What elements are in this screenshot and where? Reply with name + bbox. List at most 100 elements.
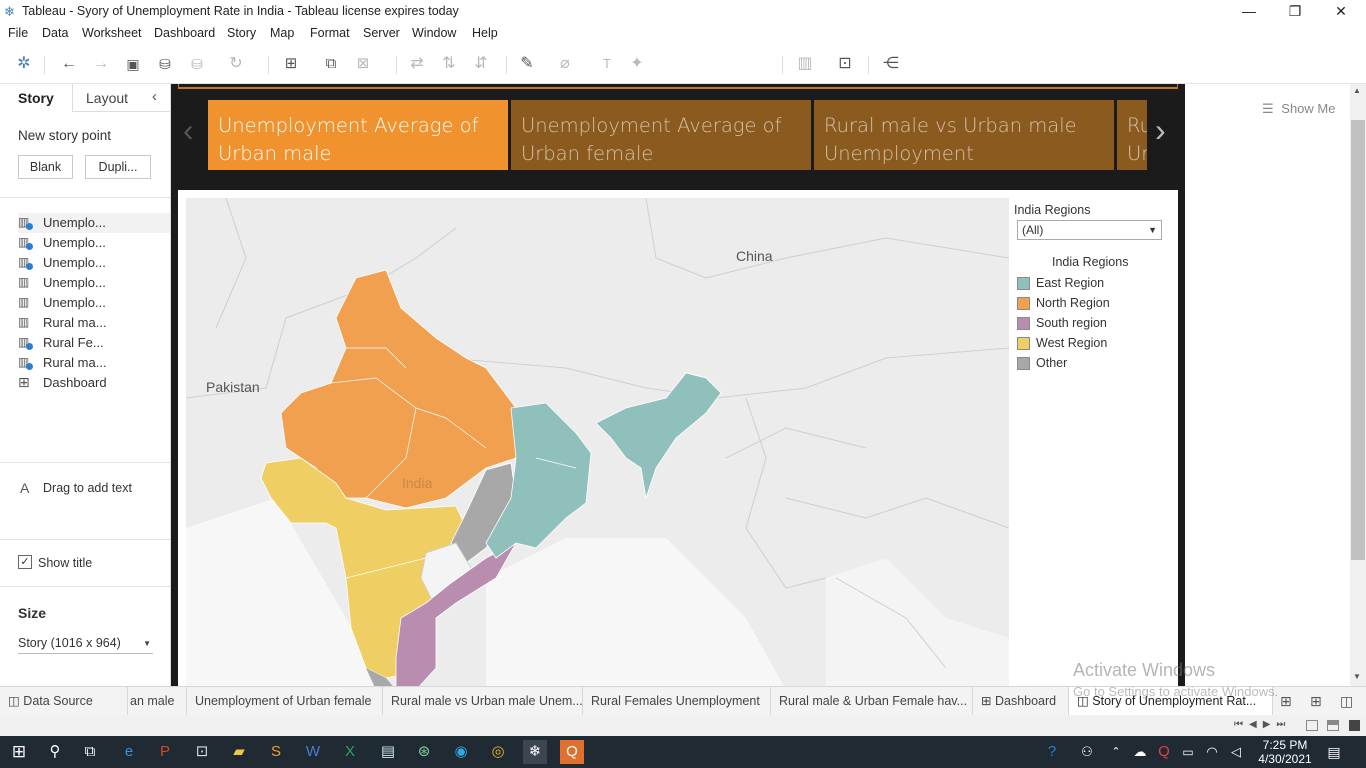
menu-map[interactable]: Map	[270, 26, 294, 40]
tab-rural-vs-urban-male[interactable]: Rural male vs Urban male Unem...	[383, 687, 583, 715]
search-icon[interactable]: ⚲	[43, 740, 67, 764]
sheet-item[interactable]: ▥ Unemplo...	[18, 253, 168, 273]
internet-explorer-icon[interactable]: e	[117, 740, 141, 764]
menu-help[interactable]: Help	[472, 26, 498, 40]
menu-format[interactable]: Format	[310, 26, 350, 40]
presentation-mode-icon[interactable]: ⊡	[834, 54, 856, 74]
legend-item[interactable]: North Region	[1017, 295, 1167, 313]
new-story-tab-icon[interactable]: ◫	[1340, 693, 1353, 710]
legend-item[interactable]: West Region	[1017, 335, 1167, 353]
minimize-button[interactable]: —	[1226, 0, 1272, 24]
menu-worksheet[interactable]: Worksheet	[82, 26, 142, 40]
scrollbar-thumb[interactable]	[1351, 120, 1365, 560]
new-dashboard-tab-icon[interactable]: ⊞	[1310, 693, 1322, 710]
show-cards-icon[interactable]: ▥	[794, 54, 816, 74]
next-story-point-arrow[interactable]: ›	[1155, 112, 1166, 149]
show-filmstrip-icon[interactable]	[1306, 720, 1318, 731]
vertical-scrollbar[interactable]: ▲ ▼	[1350, 84, 1366, 686]
size-select[interactable]: Story (1016 x 964) ▼	[18, 636, 153, 654]
powerpoint-icon[interactable]: P	[153, 740, 177, 764]
tab-layout[interactable]: Layout	[86, 90, 128, 106]
tab-urban-male[interactable]: an male	[128, 687, 187, 715]
store-icon[interactable]: ⊡	[190, 740, 214, 764]
sort-ascending-icon[interactable]: ⇅	[438, 54, 460, 74]
swap-rows-columns-icon[interactable]: ⇄	[406, 54, 428, 74]
file-explorer-icon[interactable]: ▰	[227, 740, 251, 764]
restore-button[interactable]: ❐	[1272, 0, 1318, 24]
menu-file[interactable]: File	[8, 26, 28, 40]
scroll-down-icon[interactable]: ▼	[1353, 672, 1361, 681]
tab-rural-females[interactable]: Rural Females Unemployment	[583, 687, 771, 715]
chrome-icon[interactable]: ◎	[486, 740, 510, 764]
sheet-item[interactable]: ▥ Rural ma...	[18, 313, 168, 333]
wifi-icon[interactable]: ◠	[1200, 740, 1224, 764]
maps-app-icon[interactable]: ⊛	[412, 740, 436, 764]
sheet-item[interactable]: ▥ Rural Fe...	[18, 333, 168, 353]
story-point-4[interactable]: Ru Ur	[1117, 100, 1147, 170]
show-hidden-icons-icon[interactable]: ⌃	[1104, 740, 1128, 764]
legend-item[interactable]: East Region	[1017, 275, 1167, 293]
undo-icon[interactable]: ←	[58, 54, 80, 74]
group-members-icon[interactable]: ⌀	[554, 54, 576, 74]
tableau-home-icon[interactable]: ✲	[13, 54, 35, 74]
word-icon[interactable]: W	[301, 740, 325, 764]
previous-story-point-arrow[interactable]: ‹	[183, 112, 194, 149]
sheet-item[interactable]: ⊞ Dashboard	[18, 373, 168, 393]
sheet-item[interactable]: ▥ Unemplo...	[18, 213, 170, 233]
tab-story[interactable]: Story	[18, 90, 54, 106]
onedrive-icon[interactable]: ☁	[1128, 740, 1152, 764]
system-clock[interactable]: 7:25 PM 4/30/2021	[1250, 738, 1320, 766]
sort-descending-icon[interactable]: ⇵	[470, 54, 492, 74]
highlight-icon[interactable]: ✎	[516, 54, 538, 74]
sheet-item[interactable]: ▥ Unemplo...	[18, 273, 168, 293]
fix-axes-icon[interactable]: ✦	[626, 54, 648, 74]
save-icon[interactable]: ▣	[122, 54, 144, 74]
tab-dashboard[interactable]: ⊞ Dashboard	[973, 687, 1069, 715]
duplicate-button[interactable]: Dupli...	[85, 155, 151, 179]
blank-button[interactable]: Blank	[18, 155, 73, 179]
edge-icon[interactable]: ◉	[449, 740, 473, 764]
show-tabs-icon[interactable]	[1349, 720, 1360, 731]
close-button[interactable]: ✕	[1318, 0, 1364, 24]
show-mark-labels-icon[interactable]: T	[596, 54, 618, 74]
help-icon[interactable]: ?	[1040, 740, 1064, 764]
share-icon[interactable]: ⋲	[880, 54, 902, 74]
notepad-icon[interactable]: ▤	[376, 740, 400, 764]
tab-rural-male-urban-female[interactable]: Rural male & Urban Female hav...	[771, 687, 973, 715]
redo-icon[interactable]: →	[90, 54, 112, 74]
sheet-item[interactable]: ▥ Unemplo...	[18, 293, 168, 313]
region-filter-select[interactable]: (All) ▼	[1017, 220, 1162, 240]
menu-window[interactable]: Window	[412, 26, 456, 40]
show-title-checkbox[interactable]: ✓	[18, 555, 32, 569]
menu-dashboard[interactable]: Dashboard	[154, 26, 215, 40]
scroll-up-icon[interactable]: ▲	[1353, 86, 1361, 95]
task-view-icon[interactable]: ⧉	[78, 740, 102, 764]
qlik-icon[interactable]: Q	[560, 740, 584, 764]
duplicate-sheet-icon[interactable]: ⧉	[320, 54, 342, 74]
new-data-source-icon[interactable]: ⛁	[154, 54, 176, 74]
show-sheet-sorter-icon[interactable]	[1327, 720, 1339, 731]
drag-to-add-text[interactable]: Drag to add text	[43, 481, 132, 495]
notifications-icon[interactable]: ▤	[1322, 740, 1346, 764]
sheet-navigation-arrows[interactable]: ⏮◀▶⏭	[1234, 719, 1291, 730]
qlik-tray-icon[interactable]: Q	[1152, 740, 1176, 764]
story-point-2[interactable]: Unemployment Average of Urban female	[511, 100, 811, 170]
menu-story[interactable]: Story	[227, 26, 256, 40]
story-point-3[interactable]: Rural male vs Urban male Unemployment	[814, 100, 1114, 170]
sheet-item[interactable]: ▥ Rural ma...	[18, 353, 168, 373]
show-me-button[interactable]: ☰ Show Me	[1262, 101, 1335, 117]
menu-data[interactable]: Data	[42, 26, 68, 40]
pause-updates-icon[interactable]: ⛁	[186, 54, 208, 74]
excel-icon[interactable]: X	[338, 740, 362, 764]
collapse-pane-icon[interactable]: ‹	[152, 88, 157, 105]
sublime-icon[interactable]: S	[264, 740, 288, 764]
battery-icon[interactable]: ▭	[1176, 740, 1200, 764]
tab-data-source[interactable]: ◫ Data Source	[0, 687, 128, 715]
legend-item[interactable]: South region	[1017, 315, 1167, 333]
india-region-map[interactable]: China Pakistan India	[186, 198, 1009, 686]
people-icon[interactable]: ⚇	[1075, 740, 1099, 764]
legend-item[interactable]: Other	[1017, 355, 1167, 373]
volume-icon[interactable]: ◁	[1224, 740, 1248, 764]
new-worksheet-icon[interactable]: ⊞	[280, 54, 302, 74]
clear-sheet-icon[interactable]: ⊠	[352, 54, 374, 74]
